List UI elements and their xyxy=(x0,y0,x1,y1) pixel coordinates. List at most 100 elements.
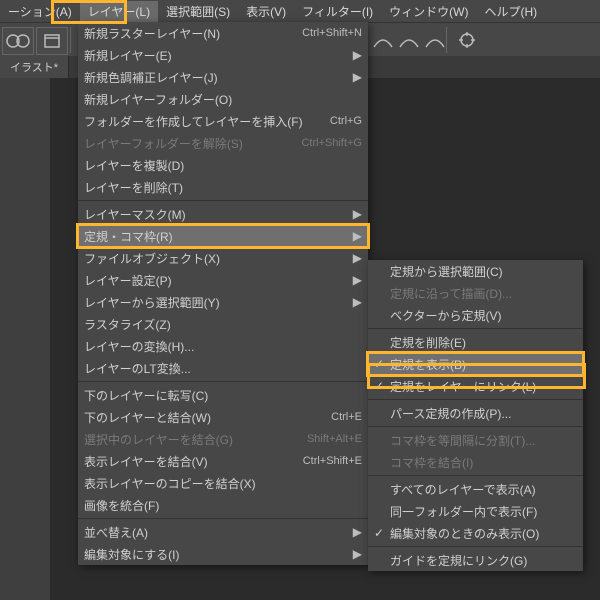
menu-item[interactable]: 表示レイヤーを結合(V) Ctrl+Shift+E xyxy=(78,450,368,472)
menu-item[interactable]: レイヤーを削除(T) xyxy=(78,176,368,198)
menu-view[interactable]: 表示(V) xyxy=(238,1,294,22)
menu-item[interactable]: すべてのレイヤーで表示(A) xyxy=(368,478,583,500)
menu-item[interactable]: 新規ラスターレイヤー(N) Ctrl+Shift+N xyxy=(78,22,368,44)
menu-separator xyxy=(368,328,583,329)
menu-item-label: 定規を表示(B) xyxy=(390,356,577,373)
menu-item-label: フォルダーを作成してレイヤーを挿入(F) xyxy=(84,113,320,130)
menu-item[interactable]: パース定規の作成(P)... xyxy=(368,402,583,424)
menu-item[interactable]: ガイドを定規にリンク(G) xyxy=(368,549,583,571)
menu-item: レイヤーフォルダーを解除(S) Ctrl+Shift+G xyxy=(78,132,368,154)
tool-button[interactable] xyxy=(2,27,34,55)
menu-item-label: パース定規の作成(P)... xyxy=(390,405,577,422)
ruler-frame-submenu: 定規から選択範囲(C) 定規に沿って描画(D)... ベクターから定規(V) 定規を削… xyxy=(368,260,583,571)
menu-shortcut: Ctrl+G xyxy=(330,115,362,127)
menu-shortcut: Ctrl+Shift+E xyxy=(303,455,362,467)
menu-item-label: レイヤー設定(P) xyxy=(84,272,362,289)
menu-item[interactable]: 新規レイヤー(E)▶ xyxy=(78,44,368,66)
settings-icon[interactable] xyxy=(452,27,482,53)
menu-item[interactable]: フォルダーを作成してレイヤーを挿入(F) Ctrl+G xyxy=(78,110,368,132)
menu-item[interactable]: レイヤーの変換(H)... xyxy=(78,335,368,357)
menu-item-label: 定規をレイヤーにリンク(L) xyxy=(390,378,577,395)
menu-item[interactable]: 編集対象にする(I)▶ xyxy=(78,543,368,565)
menu-item-label: レイヤーを複製(D) xyxy=(84,157,362,174)
menu-item[interactable]: 下のレイヤーに転写(C) xyxy=(78,384,368,406)
menu-item-label: ファイルオブジェクト(X) xyxy=(84,250,362,267)
menu-item[interactable]: 新規レイヤーフォルダー(O) xyxy=(78,88,368,110)
menu-item-label: レイヤーマスク(M) xyxy=(84,206,362,223)
menu-item-label: 表示レイヤーを結合(V) xyxy=(84,453,293,470)
menu-item[interactable]: レイヤーマスク(M)▶ xyxy=(78,203,368,225)
menu-item-label: ガイドを定規にリンク(G) xyxy=(390,552,577,569)
menu-shortcut: Ctrl+Shift+G xyxy=(301,137,362,149)
menu-item-label: 画像を統合(F) xyxy=(84,497,362,514)
menu-shortcut: Shift+Alt+E xyxy=(307,433,362,445)
menu-item: コマ枠を結合(I) xyxy=(368,451,583,473)
menu-separator xyxy=(368,399,583,400)
menu-item[interactable]: 定規を削除(E) xyxy=(368,331,583,353)
menu-item[interactable]: レイヤーのLT変換... xyxy=(78,357,368,379)
menu-item-label: ベクターから定規(V) xyxy=(390,307,577,324)
menu-item-label: 表示レイヤーのコピーを結合(X) xyxy=(84,475,362,492)
layer-menu-dropdown: 新規ラスターレイヤー(N)Ctrl+Shift+N新規レイヤー(E)▶新規色調補… xyxy=(78,22,368,565)
menu-shortcut: Ctrl+E xyxy=(331,411,362,423)
menu-item-label: レイヤーの変換(H)... xyxy=(84,338,362,355)
menu-item[interactable]: 同一フォルダー内で表示(F) xyxy=(368,500,583,522)
menu-item[interactable]: レイヤーを複製(D) xyxy=(78,154,368,176)
menu-item-label: 下のレイヤーに転写(C) xyxy=(84,387,362,404)
submenu-arrow-icon: ▶ xyxy=(353,48,362,62)
menu-item-label: コマ枠を結合(I) xyxy=(390,454,577,471)
menu-item-label: レイヤーから選択範囲(Y) xyxy=(84,294,362,311)
menu-shortcut: Ctrl+Shift+N xyxy=(302,27,362,39)
menu-item[interactable]: 新規色調補正レイヤー(J)▶ xyxy=(78,66,368,88)
menu-item-label: 並べ替え(A) xyxy=(84,524,362,541)
menu-item-label: 下のレイヤーと結合(W) xyxy=(84,409,321,426)
menu-separator xyxy=(368,546,583,547)
menu-item[interactable]: 定規・コマ枠(R)▶ xyxy=(78,225,368,247)
menu-item[interactable]: レイヤーから選択範囲(Y)▶ xyxy=(78,291,368,313)
submenu-arrow-icon: ▶ xyxy=(353,207,362,221)
menu-item[interactable]: ✓ 定規を表示(B) xyxy=(368,353,583,375)
menu-animation[interactable]: ーション(A) xyxy=(0,1,80,22)
document-tab[interactable]: イラスト* xyxy=(0,56,69,78)
menu-item-label: 定規に沿って描画(D)... xyxy=(390,285,577,302)
menu-separator xyxy=(368,475,583,476)
menu-item[interactable]: 並べ替え(A)▶ xyxy=(78,521,368,543)
menu-item[interactable]: ファイルオブジェクト(X)▶ xyxy=(78,247,368,269)
menu-item[interactable]: 画像を統合(F) xyxy=(78,494,368,516)
menu-separator xyxy=(78,381,368,382)
menu-separator xyxy=(368,426,583,427)
menu-item[interactable]: 下のレイヤーと結合(W) Ctrl+E xyxy=(78,406,368,428)
menu-item-label: 同一フォルダー内で表示(F) xyxy=(390,503,577,520)
menu-item-label: コマ枠を等間隔に分割(T)... xyxy=(390,432,577,449)
menu-selection[interactable]: 選択範囲(S) xyxy=(158,1,238,22)
menu-help[interactable]: ヘルプ(H) xyxy=(477,1,546,22)
checkmark-icon: ✓ xyxy=(374,357,384,371)
menu-item[interactable]: ベクターから定規(V) xyxy=(368,304,583,326)
submenu-arrow-icon: ▶ xyxy=(353,229,362,243)
menu-item[interactable]: ラスタライズ(Z) xyxy=(78,313,368,335)
menu-item[interactable]: 定規から選択範囲(C) xyxy=(368,260,583,282)
menu-separator xyxy=(78,518,368,519)
menu-item-label: 新規ラスターレイヤー(N) xyxy=(84,25,292,42)
menu-item[interactable]: レイヤー設定(P)▶ xyxy=(78,269,368,291)
menu-layer[interactable]: レイヤー(L) xyxy=(80,1,158,22)
menu-item-label: レイヤーフォルダーを解除(S) xyxy=(84,135,291,152)
menu-item: 定規に沿って描画(D)... xyxy=(368,282,583,304)
menu-item[interactable]: 表示レイヤーのコピーを結合(X) xyxy=(78,472,368,494)
menu-item-label: すべてのレイヤーで表示(A) xyxy=(390,481,577,498)
menu-item-label: 編集対象にする(I) xyxy=(84,546,362,563)
menu-item-label: 定規を削除(E) xyxy=(390,334,577,351)
submenu-arrow-icon: ▶ xyxy=(353,251,362,265)
checkmark-icon: ✓ xyxy=(374,379,384,393)
menu-item-label: 定規から選択範囲(C) xyxy=(390,263,577,280)
menu-item[interactable]: ✓ 定規をレイヤーにリンク(L) xyxy=(368,375,583,397)
tool-button[interactable] xyxy=(36,27,68,55)
menu-item-label: 新規レイヤーフォルダー(O) xyxy=(84,91,362,108)
submenu-arrow-icon: ▶ xyxy=(353,525,362,539)
submenu-arrow-icon: ▶ xyxy=(353,295,362,309)
menu-window[interactable]: ウィンドウ(W) xyxy=(381,1,476,22)
menu-item-label: レイヤーのLT変換... xyxy=(84,360,362,377)
menu-item-label: 新規レイヤー(E) xyxy=(84,47,362,64)
menu-item[interactable]: ✓編集対象のときのみ表示(O) xyxy=(368,522,583,544)
menu-filter[interactable]: フィルター(I) xyxy=(294,1,381,22)
